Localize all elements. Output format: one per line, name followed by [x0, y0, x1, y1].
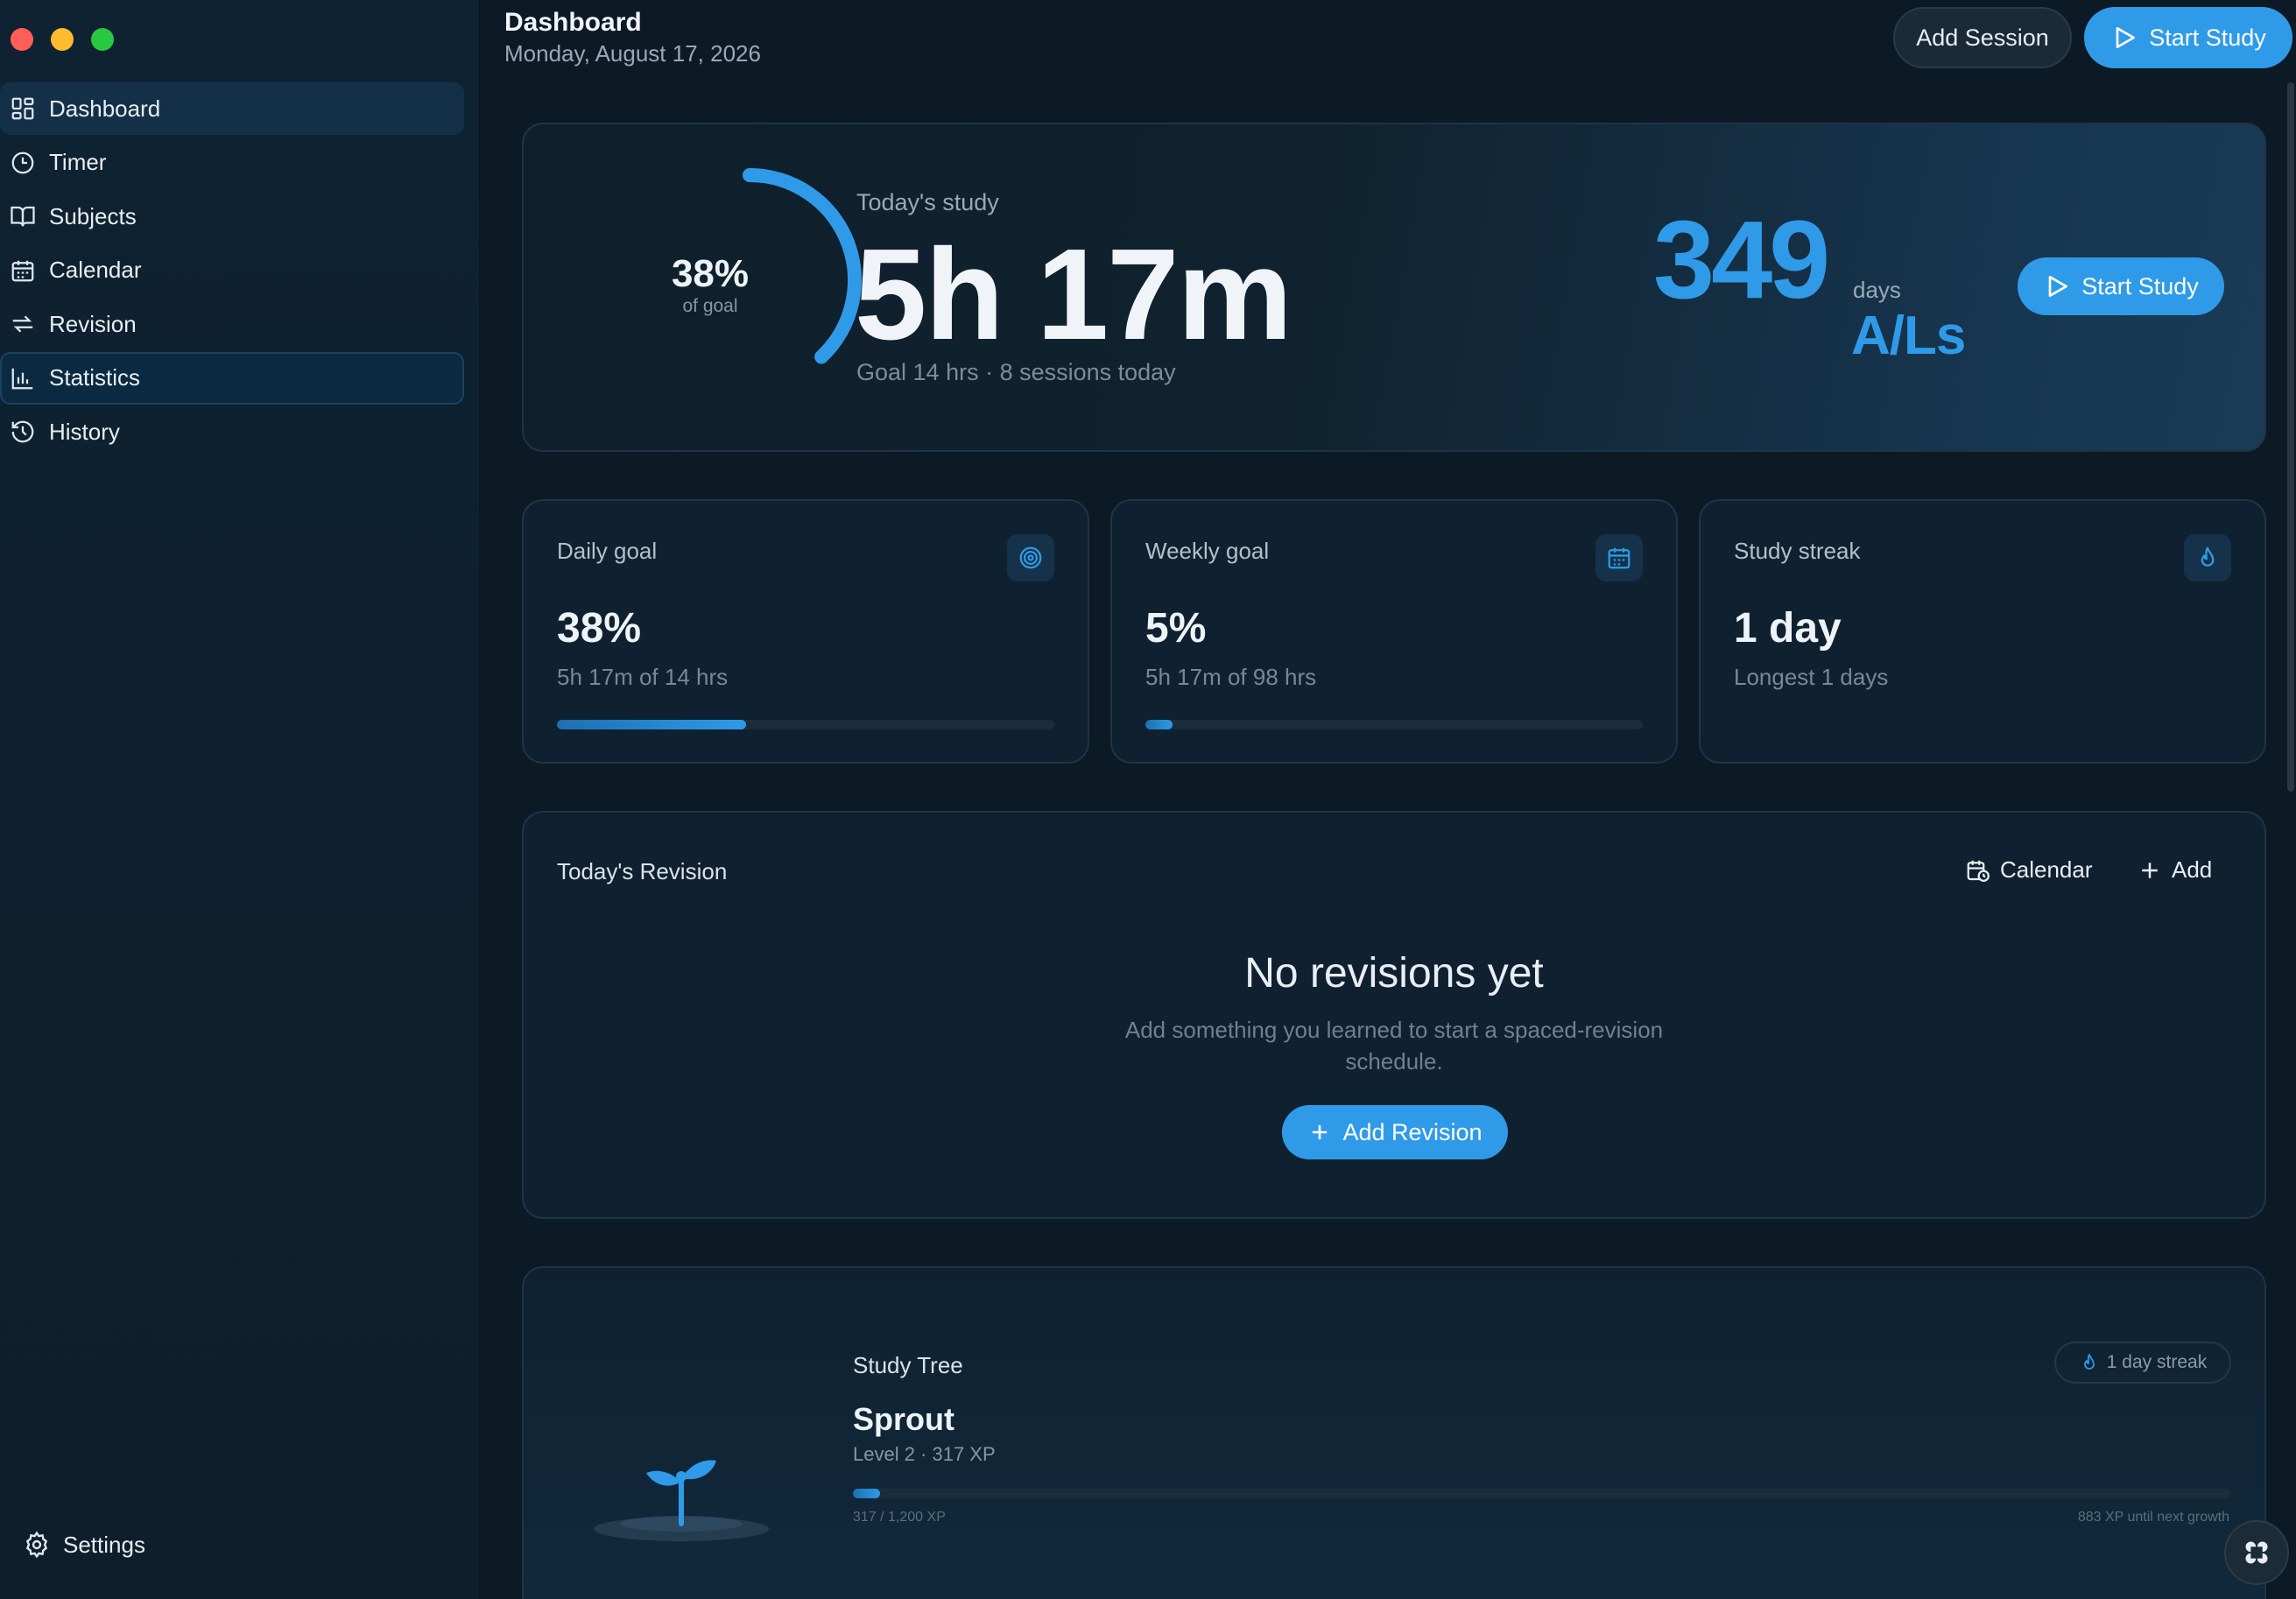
add-session-button[interactable]: Add Session: [1893, 7, 2072, 68]
ring-percent: 38%: [671, 252, 750, 295]
repeat-icon: [9, 310, 37, 338]
tree-stage-name: Sprout: [853, 1401, 954, 1437]
floating-action-button[interactable]: [2224, 1520, 2289, 1585]
today-study-card: 38% of goal Today's study 5h 17m Goal 14…: [522, 123, 2266, 452]
start-study-label: Start Study: [2149, 24, 2266, 51]
gear-icon: [25, 1531, 48, 1559]
todays-revision-card: Today's Revision Calendar Add No revisio…: [522, 811, 2266, 1219]
play-icon: [2116, 27, 2136, 48]
plus-icon: [1313, 1124, 1328, 1140]
empty-state-hint-line: schedule.: [1345, 1048, 1443, 1074]
stat-title: Weekly goal: [1145, 538, 1270, 564]
study-tree-card: Study Tree Sprout Level 2 · 317 XP 1 day…: [522, 1266, 2266, 1599]
sidebar-item-timer[interactable]: Timer: [0, 137, 464, 189]
sidebar-nav: Dashboard Timer Subjects Calendar Revisi…: [0, 82, 464, 460]
start-study-label: Start Study: [2081, 272, 2199, 299]
stat-subtitle: 5h 17m of 14 hrs: [557, 664, 729, 690]
zoom-window-button[interactable]: [91, 28, 114, 51]
scrollbar[interactable]: [2287, 82, 2294, 792]
calendar-icon: [1595, 534, 1643, 581]
history-icon: [9, 418, 37, 446]
xp-remaining-text: 883 XP until next growth: [2077, 1510, 2229, 1525]
stat-title: Study streak: [1734, 538, 1861, 564]
study-tree-label: Study Tree: [853, 1352, 963, 1378]
sidebar: Dashboard Timer Subjects Calendar Revisi…: [0, 0, 480, 1599]
sidebar-item-label: History: [49, 418, 120, 445]
today-study-time: 5h 17m: [855, 222, 1292, 367]
stat-title: Daily goal: [557, 538, 658, 564]
bar-chart-icon: [9, 364, 37, 392]
study-streak-card: Study streak 1 day Longest 1 days: [1699, 499, 2266, 764]
streak-badge: 1 day streak: [2054, 1342, 2231, 1384]
start-study-button[interactable]: Start Study: [2084, 7, 2292, 68]
revision-title: Today's Revision: [557, 858, 728, 884]
daily-goal-card: Daily goal 38% 5h 17m of 14 hrs: [522, 499, 1089, 764]
sidebar-item-label: Dashboard: [49, 95, 161, 122]
sidebar-item-revision[interactable]: Revision: [0, 298, 464, 350]
daily-goal-progress-bar: [557, 720, 1054, 729]
empty-state-hint-line: Add something you learned to start a spa…: [1124, 1017, 1664, 1043]
tree-level: Level 2 · 317 XP: [853, 1443, 996, 1465]
calendar-label: Calendar: [2000, 856, 2093, 883]
exam-countdown-unit: days: [1853, 277, 1901, 303]
stat-value: 5%: [1145, 605, 1207, 652]
page-title: Dashboard: [504, 8, 642, 37]
calendar-clock-icon: [1967, 860, 1990, 882]
hero-start-study-button[interactable]: Start Study: [2018, 257, 2224, 315]
weekly-goal-card: Weekly goal 5% 5h 17m of 98 hrs: [1110, 499, 1678, 764]
today-goal-summary: Goal 14 hrs · 8 sessions today: [856, 359, 1176, 385]
sidebar-item-dashboard[interactable]: Dashboard: [0, 82, 464, 135]
calendar-icon: [9, 257, 37, 285]
sidebar-item-label: Timer: [49, 149, 107, 175]
stat-value: 1 day: [1734, 605, 1842, 652]
xp-progress-bar: [853, 1489, 2231, 1498]
stat-value: 38%: [557, 605, 642, 652]
settings-label: Settings: [63, 1531, 145, 1558]
page-date: Monday, August 17, 2026: [504, 40, 761, 67]
streak-badge-label: 1 day streak: [2106, 1352, 2208, 1372]
book-icon: [9, 202, 37, 230]
stat-subtitle: Longest 1 days: [1734, 664, 1889, 690]
exam-countdown-target: A/Ls: [1851, 306, 1966, 366]
sidebar-item-label: Subjects: [49, 202, 137, 229]
exam-countdown-value: 349: [1653, 198, 1830, 321]
sidebar-item-settings[interactable]: Settings: [23, 1531, 145, 1559]
sidebar-item-label: Calendar: [49, 257, 142, 283]
xp-progress-text: 317 / 1,200 XP: [853, 1510, 946, 1525]
sidebar-item-label: Statistics: [49, 364, 141, 391]
revision-calendar-button[interactable]: Calendar: [1965, 856, 2093, 884]
add-revision-button[interactable]: Add Revision: [1282, 1105, 1508, 1159]
ring-caption: of goal: [682, 296, 738, 316]
sidebar-item-history[interactable]: History: [0, 405, 464, 458]
revision-add-button[interactable]: Add: [2137, 856, 2212, 884]
empty-state-title: No revisions yet: [1244, 950, 1544, 997]
flame-icon: [2083, 1354, 2095, 1370]
stat-subtitle: 5h 17m of 98 hrs: [1145, 664, 1317, 690]
window-controls: [11, 28, 114, 51]
today-study-label: Today's study: [856, 189, 999, 215]
sidebar-item-statistics[interactable]: Statistics: [0, 351, 464, 405]
close-window-button[interactable]: [11, 28, 33, 51]
add-revision-label: Add Revision: [1342, 1118, 1483, 1145]
sidebar-item-label: Revision: [49, 310, 137, 337]
weekly-goal-progress-bar: [1145, 720, 1643, 729]
sidebar-item-subjects[interactable]: Subjects: [0, 190, 464, 243]
weekly-goal-progress-fill: [1145, 720, 1173, 729]
xp-progress-fill: [853, 1489, 881, 1498]
add-label: Add: [2172, 856, 2213, 883]
grid-icon: [9, 95, 37, 123]
target-icon: [1007, 534, 1054, 581]
sidebar-item-calendar[interactable]: Calendar: [0, 244, 464, 297]
empty-state-hint: Add something you learned to start a spa…: [524, 1014, 2264, 1077]
clock-icon: [9, 149, 37, 177]
play-icon: [2048, 276, 2068, 297]
daily-goal-progress-fill: [557, 720, 746, 729]
minimize-window-button[interactable]: [51, 28, 74, 51]
plus-icon: [2142, 862, 2158, 878]
puzzle-icon: [2245, 1541, 2268, 1564]
sprout-illustration: [594, 1460, 769, 1541]
flame-icon: [2184, 534, 2231, 581]
